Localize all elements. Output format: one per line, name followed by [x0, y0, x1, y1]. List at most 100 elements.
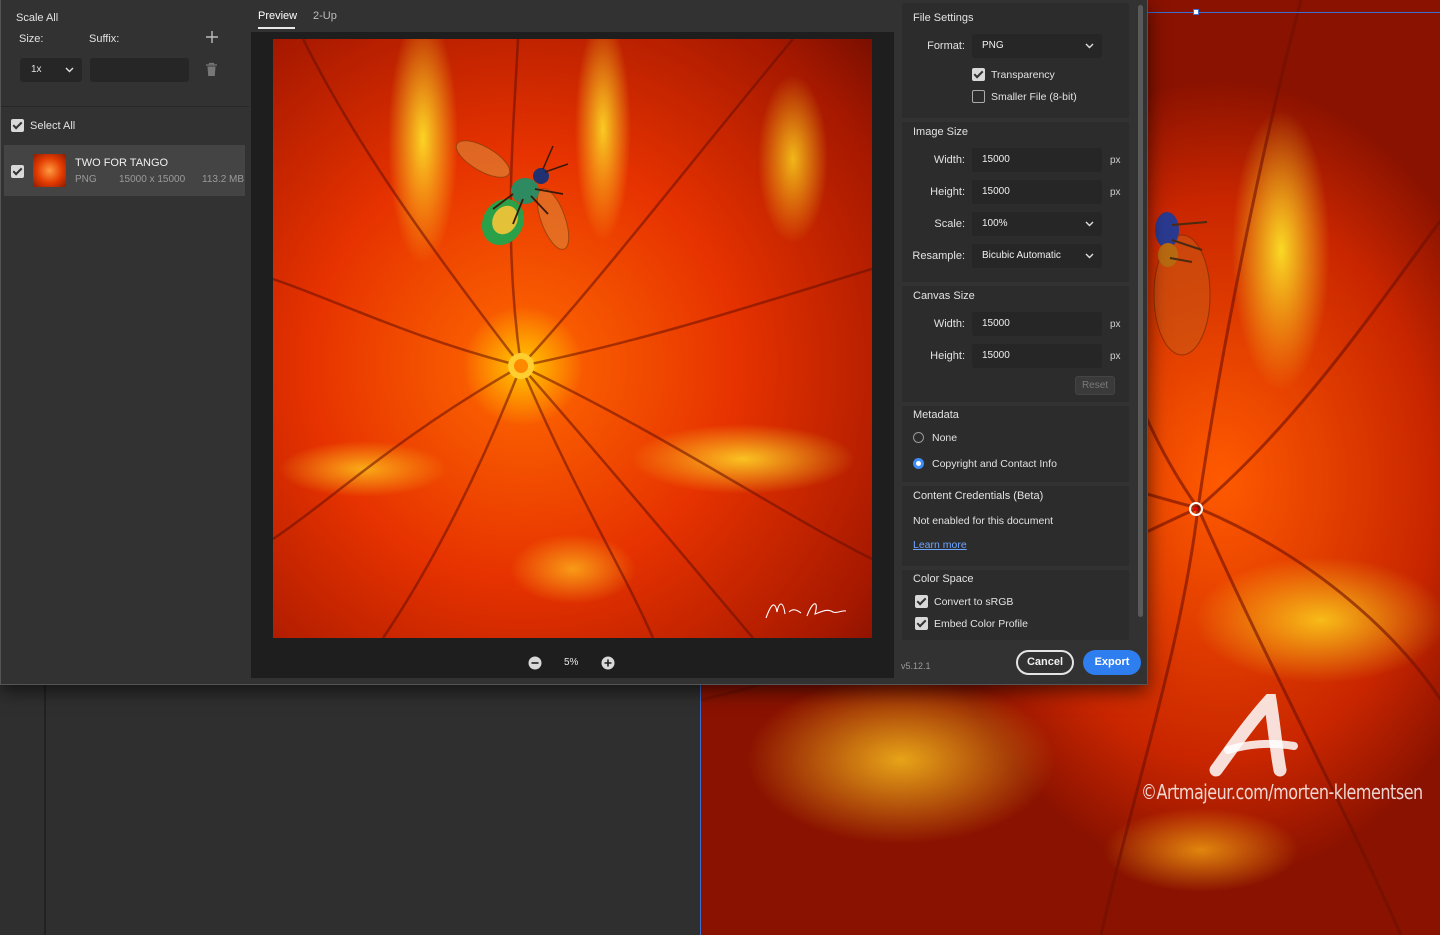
zoom-in-icon[interactable]: [601, 656, 615, 670]
artmajeur-logo-icon: [1209, 694, 1298, 777]
reset-button[interactable]: Reset: [1075, 376, 1115, 395]
watermark-text: ©Artmajeur.com/morten-klementsen: [1141, 780, 1423, 804]
asset-format: PNG: [75, 174, 97, 185]
asset-thumbnail: [33, 154, 66, 187]
image-width-value: 15000: [982, 154, 1010, 165]
scale-dropdown[interactable]: 100%: [972, 212, 1102, 236]
resample-value: Bicubic Automatic: [982, 250, 1061, 261]
selection-handle[interactable]: [1193, 9, 1199, 15]
select-all-label: Select All: [30, 120, 76, 132]
scale-label: Scale:: [934, 218, 965, 230]
content-credentials-section: Content Credentials (Beta) Not enabled f…: [902, 486, 1129, 566]
file-settings-title: File Settings: [913, 12, 974, 24]
convert-srgb-checkbox[interactable]: [915, 595, 928, 608]
metadata-none-label: None: [932, 432, 958, 444]
crosshair-target-icon[interactable]: [1189, 502, 1203, 516]
artist-signature: [765, 603, 847, 619]
canvas-width-label: Width:: [933, 318, 965, 330]
canvas-height-value: 15000: [982, 350, 1010, 361]
width-unit: px: [1110, 155, 1121, 166]
export-settings-panel: File Settings Format: PNG Transparency S…: [899, 0, 1147, 684]
bee-graphic: [455, 140, 570, 250]
export-button[interactable]: Export: [1083, 650, 1141, 675]
canvas-height-input[interactable]: 15000: [972, 344, 1102, 368]
settings-scrollbar[interactable]: [1138, 5, 1143, 617]
width-label: Width:: [933, 154, 965, 166]
image-size-title: Image Size: [913, 126, 969, 138]
format-dropdown[interactable]: PNG: [972, 34, 1102, 58]
asset-name: TWO FOR TANGO: [75, 157, 169, 169]
metadata-copyright-label: Copyright and Contact Info: [932, 458, 1057, 470]
preview-artwork-veins: [273, 39, 872, 638]
scale-value: 100%: [982, 218, 1008, 229]
version-label: v5.12.1: [901, 661, 931, 671]
resample-dropdown[interactable]: Bicubic Automatic: [972, 244, 1102, 268]
select-all-checkbox[interactable]: [11, 119, 24, 132]
export-as-dialog: Scale All Size: Suffix: 1x Select All TW…: [0, 0, 1148, 685]
image-height-value: 15000: [982, 186, 1010, 197]
convert-srgb-label: Convert to sRGB: [934, 596, 1014, 608]
size-dropdown-value: 1x: [31, 64, 42, 75]
metadata-section: Metadata None Copyright and Contact Info: [902, 406, 1129, 482]
format-value: PNG: [982, 40, 1004, 51]
content-credentials-status: Not enabled for this document: [913, 515, 1054, 527]
content-credentials-title: Content Credentials (Beta): [913, 490, 1044, 502]
canvas-width-unit: px: [1110, 319, 1121, 330]
resample-label: Resample:: [912, 250, 965, 262]
color-space-section: Color Space Convert to sRGB Embed Color …: [902, 570, 1129, 640]
chevron-down-icon: [1085, 221, 1094, 227]
size-label: Size:: [19, 33, 44, 45]
canvas-workspace-left: [0, 684, 700, 935]
learn-more-link[interactable]: Learn more: [913, 539, 967, 551]
canvas-size-title: Canvas Size: [913, 290, 975, 302]
embed-color-profile-label: Embed Color Profile: [934, 618, 1028, 630]
chevron-down-icon: [1085, 253, 1094, 259]
image-width-input[interactable]: 15000: [972, 148, 1102, 172]
trash-icon[interactable]: [205, 62, 218, 77]
smaller-file-checkbox[interactable]: [972, 90, 985, 103]
canvas-width-input[interactable]: 15000: [972, 312, 1102, 336]
file-settings-section: File Settings Format: PNG Transparency S…: [902, 3, 1129, 118]
asset-list-panel: Scale All Size: Suffix: 1x Select All TW…: [1, 0, 249, 684]
preview-tabs: Preview 2-Up: [251, 0, 895, 30]
image-height-input[interactable]: 15000: [972, 180, 1102, 204]
divider: [1, 106, 249, 107]
canvas-height-unit: px: [1110, 351, 1121, 362]
color-space-title: Color Space: [913, 573, 974, 585]
zoom-level: 5%: [564, 657, 579, 668]
suffix-label: Suffix:: [89, 33, 120, 45]
size-dropdown[interactable]: 1x: [20, 58, 82, 82]
metadata-copyright-radio[interactable]: [913, 458, 924, 469]
zoom-out-icon[interactable]: [528, 656, 542, 670]
smaller-file-label: Smaller File (8-bit): [991, 91, 1077, 103]
tab-2-up[interactable]: 2-Up: [313, 10, 337, 22]
preview-image[interactable]: [273, 39, 872, 638]
selection-bounding-line: [1148, 12, 1440, 13]
transparency-label: Transparency: [991, 69, 1055, 81]
asset-dimensions: 15000 x 15000: [119, 174, 186, 185]
metadata-title: Metadata: [913, 409, 959, 421]
height-label: Height:: [930, 186, 965, 198]
chevron-down-icon: [65, 67, 74, 73]
tab-preview[interactable]: Preview: [258, 10, 297, 22]
preview-area: 5%: [251, 32, 894, 678]
scale-all-heading: Scale All: [16, 12, 59, 24]
panel-divider-line: [44, 684, 46, 935]
canvas-height-label: Height:: [930, 350, 965, 362]
cancel-button[interactable]: Cancel: [1016, 650, 1074, 675]
suffix-input[interactable]: [90, 58, 189, 82]
embed-color-profile-checkbox[interactable]: [915, 617, 928, 630]
metadata-none-radio[interactable]: [913, 432, 924, 443]
chevron-down-icon: [1085, 43, 1094, 49]
asset-list-item[interactable]: TWO FOR TANGO PNG 15000 x 15000 113.2 MB: [4, 145, 245, 196]
format-label: Format:: [927, 40, 965, 52]
bee-fragment-graphic: [1153, 212, 1211, 356]
canvas-width-value: 15000: [982, 318, 1010, 329]
asset-checkbox[interactable]: [11, 165, 24, 178]
active-tab-indicator: [258, 27, 295, 29]
image-size-section: Image Size Width: 15000 px Height: 15000…: [902, 122, 1129, 282]
height-unit: px: [1110, 187, 1121, 198]
asset-file-size: 113.2 MB: [202, 174, 245, 185]
add-scale-icon[interactable]: [205, 30, 219, 44]
transparency-checkbox[interactable]: [972, 68, 985, 81]
